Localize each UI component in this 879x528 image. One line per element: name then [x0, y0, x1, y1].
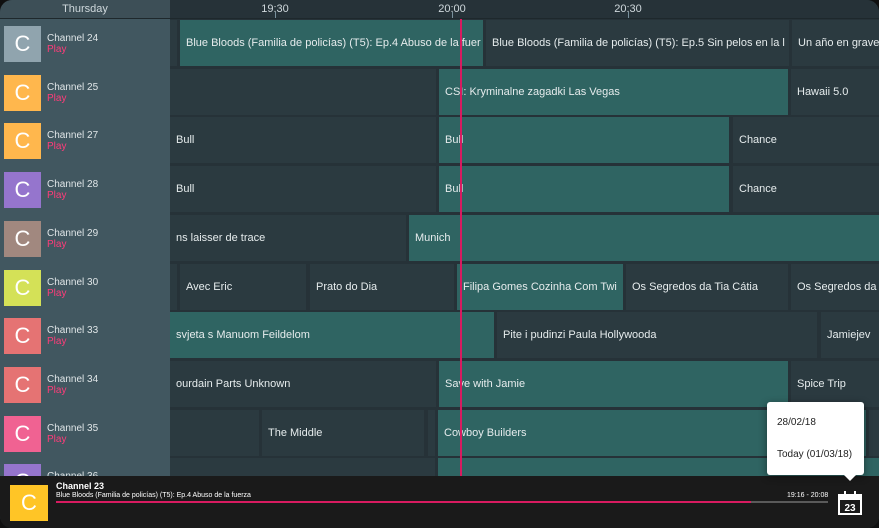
channel-play-link[interactable]: Play [47, 288, 66, 299]
program-cell[interactable] [170, 263, 179, 310]
now-playing-channel-logo[interactable]: C [10, 485, 48, 521]
program-cell[interactable]: Bull [439, 166, 731, 213]
channel-row[interactable]: C Channel 27 Play [0, 116, 170, 164]
channel-row[interactable]: CChannel 36Play [0, 457, 170, 476]
calendar-day: 23 [844, 503, 856, 514]
time-tick [628, 12, 629, 18]
channel-logo: C [4, 366, 41, 403]
program-cell[interactable] [170, 20, 179, 66]
channel-row[interactable]: C Channel 30 Play [0, 263, 170, 311]
channel-logo: C [4, 26, 41, 62]
channel-play-link[interactable]: Play [47, 93, 66, 104]
program-cell[interactable] [174, 458, 437, 476]
program-cell[interactable]: Bull [170, 166, 438, 213]
program-cell[interactable]: The Middle [262, 409, 426, 456]
program-cell[interactable]: Spice Trip [791, 360, 879, 407]
program-cell[interactable] [869, 409, 879, 456]
date-option-yesterday[interactable]: 28/02/18 [777, 417, 816, 428]
channel-logo: C [4, 269, 41, 306]
channel-name: Channel 33 [47, 325, 99, 337]
playback-progress-bar [56, 501, 828, 503]
now-playing-channel-name: Channel 23 [56, 481, 105, 491]
now-playing-time-range: 19:16 - 20:08 [787, 492, 829, 499]
date-option-today[interactable]: Today (01/03/18) [777, 449, 852, 460]
program-cell[interactable]: Hawaii 5.0 [791, 68, 879, 115]
channel-logo: C [4, 415, 41, 452]
program-cell[interactable]: Blue Bloods (Familia de policías) (T5): … [486, 20, 791, 66]
channel-name: Channel 25 [47, 81, 99, 93]
channel-name: Channel 24 [47, 33, 99, 44]
channel-name: Channel 34 [47, 373, 99, 385]
program-cell[interactable]: Un año en grave [792, 20, 879, 66]
channel-row[interactable]: C Channel 34 Play [0, 360, 170, 408]
channel-play-link[interactable]: Play [47, 385, 66, 396]
channel-play-link[interactable]: Play [47, 336, 66, 347]
channel-name: Channel 27 [47, 130, 99, 142]
current-time-indicator [460, 19, 462, 476]
program-cell[interactable]: CSI: Kryminalne zagadki Las Vegas [439, 68, 790, 115]
time-tick [452, 12, 453, 18]
channel-play-link[interactable]: Play [47, 239, 66, 250]
program-cell[interactable]: svjeta s Manuom Feildelom [170, 312, 496, 359]
program-cell[interactable]: Save with Jamie [439, 360, 790, 407]
program-cell[interactable]: Filipa Gomes Cozinha Com Twi [457, 263, 625, 310]
program-cell[interactable]: Os Segredos da [791, 263, 879, 310]
date-picker-popup: 28/02/18 Today (01/03/18) [767, 402, 864, 475]
program-cell[interactable]: Jamiejev [821, 312, 879, 359]
program-cell[interactable]: Os Segredos da Tia Cátia [626, 263, 790, 310]
channel-logo: C [4, 220, 41, 257]
tv-guide: Thursday 19:30 20:00 20:30 C Channel 24 Pl… [0, 0, 879, 528]
channel-row[interactable]: C Channel 35 Play [0, 409, 170, 457]
calendar-button[interactable]: 23 [836, 489, 864, 517]
channel-logo: C [4, 123, 41, 160]
program-cell[interactable]: Blue Bloods (Familia de policías) (T5): … [180, 20, 485, 66]
channel-logo: C [4, 74, 41, 111]
now-playing-title: Blue Bloods (Familia de policías) (T5): … [56, 492, 251, 499]
program-cell[interactable]: Munich [409, 214, 879, 261]
program-cell[interactable]: ns laisser de trace [170, 214, 408, 261]
channel-row[interactable]: C Channel 28 Play [0, 165, 170, 213]
channel-logo: C [4, 318, 41, 355]
channel-row[interactable]: C Channel 33 Play [0, 311, 170, 359]
now-playing-bar: C Channel 23 Blue Bloods (Familia de pol… [0, 476, 879, 528]
program-cell[interactable] [428, 409, 437, 456]
channel-play-link[interactable]: Play [47, 190, 66, 201]
channel-row[interactable]: C Channel 24 Play [0, 19, 170, 67]
program-cell[interactable]: Pite i pudinzi Paula Hollywooda [497, 312, 819, 359]
day-header: Thursday [0, 0, 170, 19]
channel-list: C Channel 24 Play C Channel 25 Play C Channel 2… [0, 19, 170, 476]
channel-name: Channel 30 [47, 276, 99, 288]
time-tick [275, 12, 276, 18]
channel-logo: C [4, 172, 41, 209]
program-cell[interactable] [170, 409, 261, 456]
program-cell[interactable]: Prato do Dia [310, 263, 456, 310]
channel-logo: C [4, 464, 41, 476]
calendar-icon: 23 [838, 491, 862, 515]
program-cell[interactable]: Bull [170, 117, 438, 164]
timeline-header: 19:30 20:00 20:30 [170, 0, 879, 19]
channel-name: Channel 29 [47, 227, 99, 239]
channel-play-link[interactable]: Play [47, 44, 66, 55]
program-cell[interactable]: Avec Eric [180, 263, 308, 310]
channel-play-link[interactable]: Play [47, 434, 66, 445]
program-cell[interactable]: ourdain Parts Unknown [170, 360, 438, 407]
playback-progress-fill [56, 501, 751, 503]
channel-row[interactable]: C Channel 29 Play [0, 214, 170, 262]
program-cell[interactable]: Bull [439, 117, 731, 164]
popup-pointer [842, 473, 858, 481]
program-cell[interactable]: Chance [733, 166, 879, 213]
channel-name: Channel 35 [47, 422, 99, 434]
channel-play-link[interactable]: Play [47, 141, 66, 152]
program-cell[interactable]: Chance [733, 117, 879, 164]
channel-name: Channel 28 [47, 179, 99, 191]
program-cell[interactable] [170, 68, 438, 115]
channel-row[interactable]: C Channel 25 Play [0, 68, 170, 116]
